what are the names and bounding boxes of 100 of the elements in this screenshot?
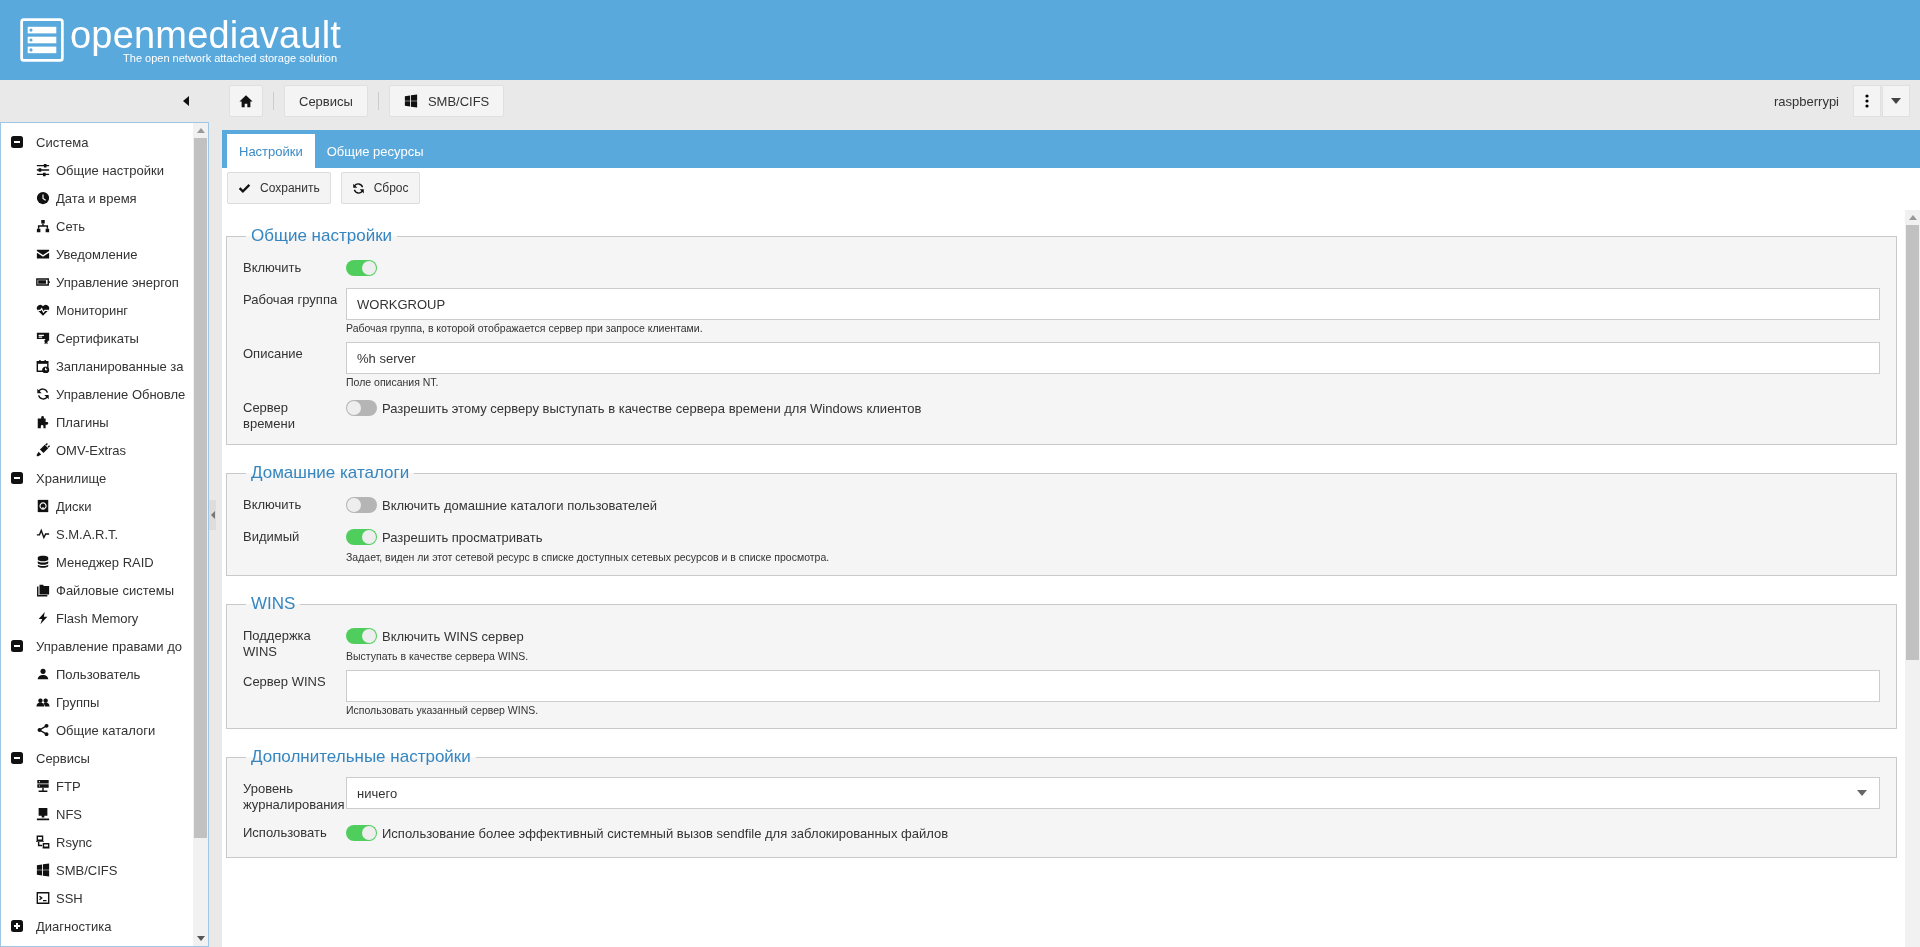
breadcrumb-button[interactable]: Сервисы [284,85,368,117]
logo-icon [20,18,64,62]
nav-item[interactable]: Flash Memory [1,604,193,632]
nav-item[interactable]: S.M.A.R.T. [1,520,193,548]
action-button[interactable]: Сброс [340,172,420,204]
calendar-icon [36,359,50,373]
nav-item-label: Flash Memory [56,610,139,626]
nav-item-label: S.M.A.R.T. [56,526,119,542]
home-icon [239,94,253,108]
nav-item[interactable]: Сертификаты [1,324,193,352]
help-text: Задает, виден ли этот сетевой ресурс в списке доступных сетевых ресурсов и в списке просмотра. [346,551,831,563]
nav-group[interactable]: Сервисы [1,744,193,772]
home-button[interactable] [229,85,263,117]
text-field[interactable]: WORKGROUP [346,288,1880,320]
arrow-down-icon[interactable] [196,936,205,941]
dropdown-button[interactable] [1882,85,1910,117]
envelope-icon [36,247,50,261]
select-field[interactable]: ничего [346,777,1880,809]
laptops-icon [36,835,50,849]
scrollbar[interactable] [193,123,208,946]
nav-item-label: Группы [56,694,100,710]
nav-item[interactable]: Диски [1,492,193,520]
nav-item[interactable]: Управление Обновле [1,380,193,408]
terminal-icon [36,891,50,905]
nav-item[interactable]: Общие настройки [1,156,193,184]
nav-item[interactable]: Запланированные за [1,352,193,380]
nav-item-label: Мониторинг [56,302,129,318]
nav-item[interactable]: Rsync [1,828,193,856]
nav-group-label: Хранилище [36,470,107,486]
collapse-icon[interactable] [11,752,23,764]
nav-item-label: Плагины [56,414,109,430]
database-icon [36,555,50,569]
nav-item[interactable]: SMB/CIFS [1,856,193,884]
nav-group[interactable]: Диагностика [1,912,193,940]
toggle-label: Включить домашние каталоги пользователей [382,497,657,513]
nav-item[interactable]: Уведомление [1,240,193,268]
breadcrumb-button[interactable]: SMB/CIFS [388,85,505,117]
section-title: Дополнительные настройки [250,747,472,767]
field-label: Включить [243,496,303,513]
toggle-label: Разрешить просматривать [382,529,543,545]
nav-item-label: Общие каталоги [56,722,156,738]
arrow-up-icon[interactable] [196,128,205,133]
toggle-switch[interactable] [346,260,377,276]
field-label: Описание [243,345,304,362]
kebab-menu-icon [1865,94,1869,108]
nav-item[interactable]: Сеть [1,212,193,240]
nav-item-label: FTP [56,778,81,794]
bolt-icon [36,611,50,625]
collapse-icon[interactable] [11,472,23,484]
toggle-switch[interactable] [346,825,377,841]
nav-item[interactable]: Группы [1,688,193,716]
text-field[interactable] [346,670,1880,702]
nav-item[interactable]: Мониторинг [1,296,193,324]
toggle-switch[interactable] [346,529,377,545]
tab[interactable]: Настройки [227,134,315,168]
nav-item[interactable]: Файловые системы [1,576,193,604]
nav-item[interactable]: Менеджер RAID [1,548,193,576]
nav-item[interactable]: Дата и время [1,184,193,212]
toggle-switch[interactable] [346,400,377,416]
nav-item[interactable]: OMV-Extras [1,436,193,464]
network-icon [36,219,50,233]
desktop-icon [36,807,50,821]
collapse-icon[interactable] [11,640,23,652]
logo-title: openmediavault [70,16,342,54]
collapse-icon[interactable] [11,136,23,148]
nav-item[interactable]: SSH [1,884,193,912]
nav-item-label: Файловые системы [56,582,174,598]
nav-item-label: Сеть [56,218,85,234]
nav-item[interactable]: Управление энергоп [1,268,193,296]
nav-item-label: OMV-Extras [56,442,127,458]
splitter-handle[interactable] [209,499,216,530]
caret-down-icon [1891,98,1901,104]
field-label: Видимый [243,528,301,545]
nav-item[interactable]: NFS [1,800,193,828]
text-field[interactable]: %h server [346,342,1880,374]
arrow-up-icon[interactable] [1908,215,1917,220]
nav-group[interactable]: Система [1,128,193,156]
refresh-icon [351,181,365,195]
toggle-switch[interactable] [346,497,377,513]
section-title: WINS [250,594,297,614]
windows-icon [36,863,50,877]
share-icon [36,723,50,737]
nav-group[interactable]: Хранилище [1,464,193,492]
scrollbar[interactable] [1905,210,1920,947]
plug-icon [36,443,50,457]
nav-item-label: Запланированные за [56,358,184,374]
action-button[interactable]: Сохранить [227,172,331,204]
nav-item-label: Пользователь [56,666,141,682]
nav-item[interactable]: FTP [1,772,193,800]
nav-item[interactable]: Пользователь [1,660,193,688]
nav-item-label: Rsync [56,834,93,850]
field-label: Поддержка WINS [243,627,312,660]
toggle-switch[interactable] [346,628,377,644]
caret-left-icon[interactable] [183,96,189,106]
nav-item-label: Управление Обновле [56,386,186,402]
puzzle-icon [36,415,50,429]
nav-group[interactable]: Управление правами до [1,632,193,660]
expand-icon[interactable] [11,920,23,932]
nav-item[interactable]: Плагины [1,408,193,436]
nav-item[interactable]: Общие каталоги [1,716,193,744]
